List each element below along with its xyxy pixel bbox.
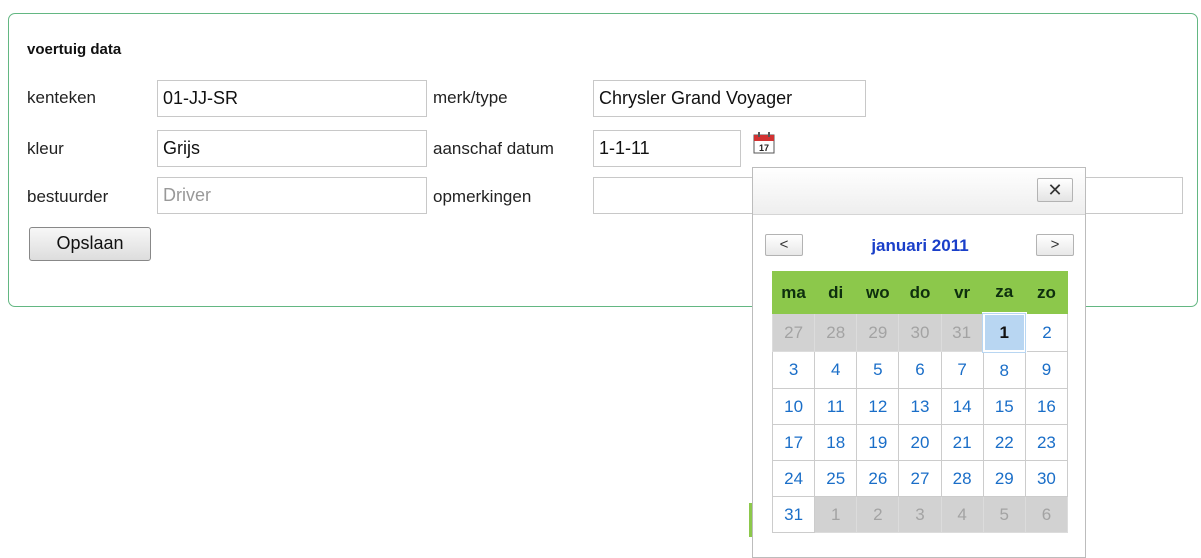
save-button[interactable]: Opslaan [29, 227, 151, 261]
calendar-day-other-month[interactable]: 1 [814, 496, 858, 533]
calendar-day[interactable]: 30 [1024, 460, 1069, 497]
calendar-week-row: 17 18 19 20 21 22 23 [771, 424, 1069, 461]
close-icon[interactable]: ✕ [1037, 178, 1073, 202]
calendar-day-other-month[interactable]: 31 [940, 313, 984, 352]
kenteken-label: kenteken [27, 88, 96, 107]
calendar-day[interactable]: 18 [814, 424, 858, 461]
calendar-day-other-month[interactable]: 27 [771, 313, 816, 352]
weekday-header: do [898, 271, 942, 314]
calendar-day[interactable]: 11 [814, 388, 858, 425]
calendar-day-other-month[interactable]: 5 [982, 496, 1026, 533]
bestuurder-field[interactable] [157, 177, 427, 214]
kleur-label: kleur [27, 139, 64, 158]
calendar-day[interactable]: 26 [856, 460, 900, 497]
weekday-header: wo [856, 271, 900, 314]
month-title: januari 2011 [871, 236, 969, 255]
calendar-day-other-month[interactable]: 3 [898, 496, 942, 533]
calendar-day-other-month[interactable]: 30 [898, 313, 942, 352]
merktype-field[interactable] [593, 80, 866, 117]
kleur-field[interactable] [157, 130, 427, 167]
calendar-day[interactable]: 25 [814, 460, 858, 497]
calendar-day[interactable]: 3 [771, 351, 816, 389]
weekday-header: di [814, 271, 858, 314]
calendar-day[interactable]: 23 [1024, 424, 1069, 461]
calendar-day[interactable]: 31 [771, 496, 816, 533]
prev-month-button[interactable]: < [765, 234, 803, 256]
calendar-grid: ma di wo do vr za zo 27 28 29 30 31 1 2 3 4 5 6 7 8 9 10 11 12… [771, 271, 1069, 533]
panel-title: voertuig data [27, 41, 122, 58]
calendar-day[interactable]: 4 [814, 351, 858, 389]
calendar-day[interactable]: 8 [982, 351, 1026, 389]
calendar-day[interactable]: 9 [1024, 351, 1069, 389]
calendar-day[interactable]: 28 [940, 460, 984, 497]
calendar-week-row: 10 11 12 13 14 15 16 [771, 388, 1069, 425]
weekday-header: zo [1024, 271, 1069, 314]
calendar-day[interactable]: 21 [940, 424, 984, 461]
aanschaf-datum-field[interactable] [593, 130, 741, 167]
aanschaf-datum-label: aanschaf datum [433, 139, 554, 158]
calendar-day[interactable]: 7 [940, 351, 984, 389]
calendar-day-other-month[interactable]: 2 [856, 496, 900, 533]
calendar-week-row: 27 28 29 30 31 1 2 [771, 312, 1069, 353]
calendar-day[interactable]: 20 [898, 424, 942, 461]
kenteken-field[interactable] [157, 80, 427, 117]
calendar-icon-day: 17 [759, 143, 769, 153]
opmerkingen-label: opmerkingen [433, 187, 532, 206]
calendar-day-other-month[interactable]: 29 [856, 313, 900, 352]
merktype-label: merk/type [433, 88, 508, 107]
calendar-day-other-month[interactable]: 4 [940, 496, 984, 533]
calendar-day[interactable]: 10 [771, 388, 816, 425]
calendar-day[interactable]: 19 [856, 424, 900, 461]
calendar-day[interactable]: 12 [856, 388, 900, 425]
calendar-day[interactable]: 24 [771, 460, 816, 497]
calendar-day[interactable]: 17 [771, 424, 816, 461]
calendar-day-other-month[interactable]: 28 [814, 313, 858, 352]
calendar-day[interactable]: 13 [898, 388, 942, 425]
weekday-header: vr [940, 271, 984, 314]
calendar-icon[interactable]: 17 [752, 131, 776, 155]
calendar-day[interactable]: 6 [898, 351, 942, 389]
calendar-day[interactable]: 29 [982, 460, 1026, 497]
calendar-day[interactable]: 2 [1024, 313, 1069, 352]
datepicker-header: ✕ [753, 168, 1085, 215]
calendar-week-row: 3456789 [771, 351, 1069, 389]
calendar-day-selected[interactable]: 1 [981, 312, 1027, 353]
calendar-day[interactable]: 14 [940, 388, 984, 425]
calendar-day[interactable]: 16 [1024, 388, 1069, 425]
calendar-day[interactable]: 27 [898, 460, 942, 497]
calendar-day[interactable]: 22 [982, 424, 1026, 461]
calendar-day-other-month[interactable]: 6 [1024, 496, 1069, 533]
calendar-day[interactable]: 5 [856, 351, 900, 389]
bestuurder-label: bestuurder [27, 187, 109, 206]
calendar-week-row: 24 25 26 27 28 29 30 [771, 460, 1069, 497]
datepicker-popup: ✕ < januari 2011 > ma di wo do vr za zo 27 28 29… [752, 167, 1086, 558]
weekday-header: ma [771, 271, 816, 314]
calendar-day[interactable]: 15 [982, 388, 1026, 425]
next-month-button[interactable]: > [1036, 234, 1074, 256]
weekday-header: za [982, 271, 1026, 314]
calendar-week-row: 31 1 2 3 4 5 6 [771, 496, 1069, 533]
